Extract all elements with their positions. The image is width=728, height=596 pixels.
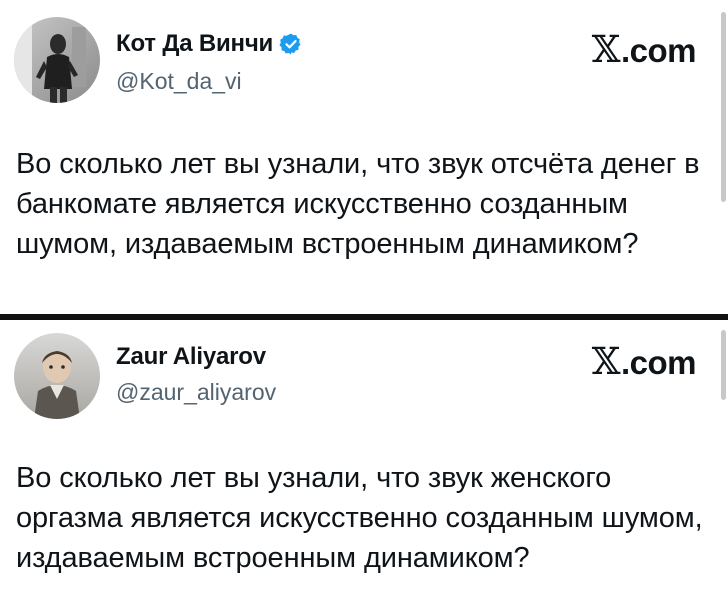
tweet-card-1: Кот Да Винчи @Kot_da_vi 𝕏 .com Во сколько… [0, 0, 728, 314]
verified-badge-icon [279, 32, 303, 56]
handle[interactable]: @Kot_da_vi [116, 68, 242, 95]
avatar[interactable] [14, 333, 100, 419]
avatar-photo-icon [14, 333, 100, 419]
display-name[interactable]: Кот Да Винчи [116, 30, 303, 58]
avatar[interactable] [14, 17, 100, 103]
brand-domain: .com [620, 32, 697, 69]
display-name[interactable]: Zaur Aliyarov [116, 343, 266, 371]
x-logo-icon: 𝕏 .com [591, 340, 697, 383]
x-glyph: 𝕏 [591, 28, 621, 71]
x-glyph: 𝕏 [591, 340, 621, 383]
handle[interactable]: @zaur_aliyarov [116, 379, 276, 406]
tweet-text: Во сколько лет вы узнали, что звук женск… [16, 462, 703, 574]
avatar-photo-icon [14, 17, 100, 103]
x-logo-icon: 𝕏 .com [591, 28, 697, 71]
scrollbar[interactable] [721, 12, 726, 202]
brand-domain: .com [620, 344, 697, 381]
scrollbar[interactable] [721, 330, 726, 400]
display-name-text: Zaur Aliyarov [116, 343, 266, 370]
tweet-text: Во сколько лет вы узнали, что звук отсчё… [16, 148, 700, 260]
display-name-text: Кот Да Винчи [116, 30, 274, 57]
tweet-card-2: Zaur Aliyarov @zaur_aliyarov 𝕏 .com Во ск… [0, 320, 728, 596]
